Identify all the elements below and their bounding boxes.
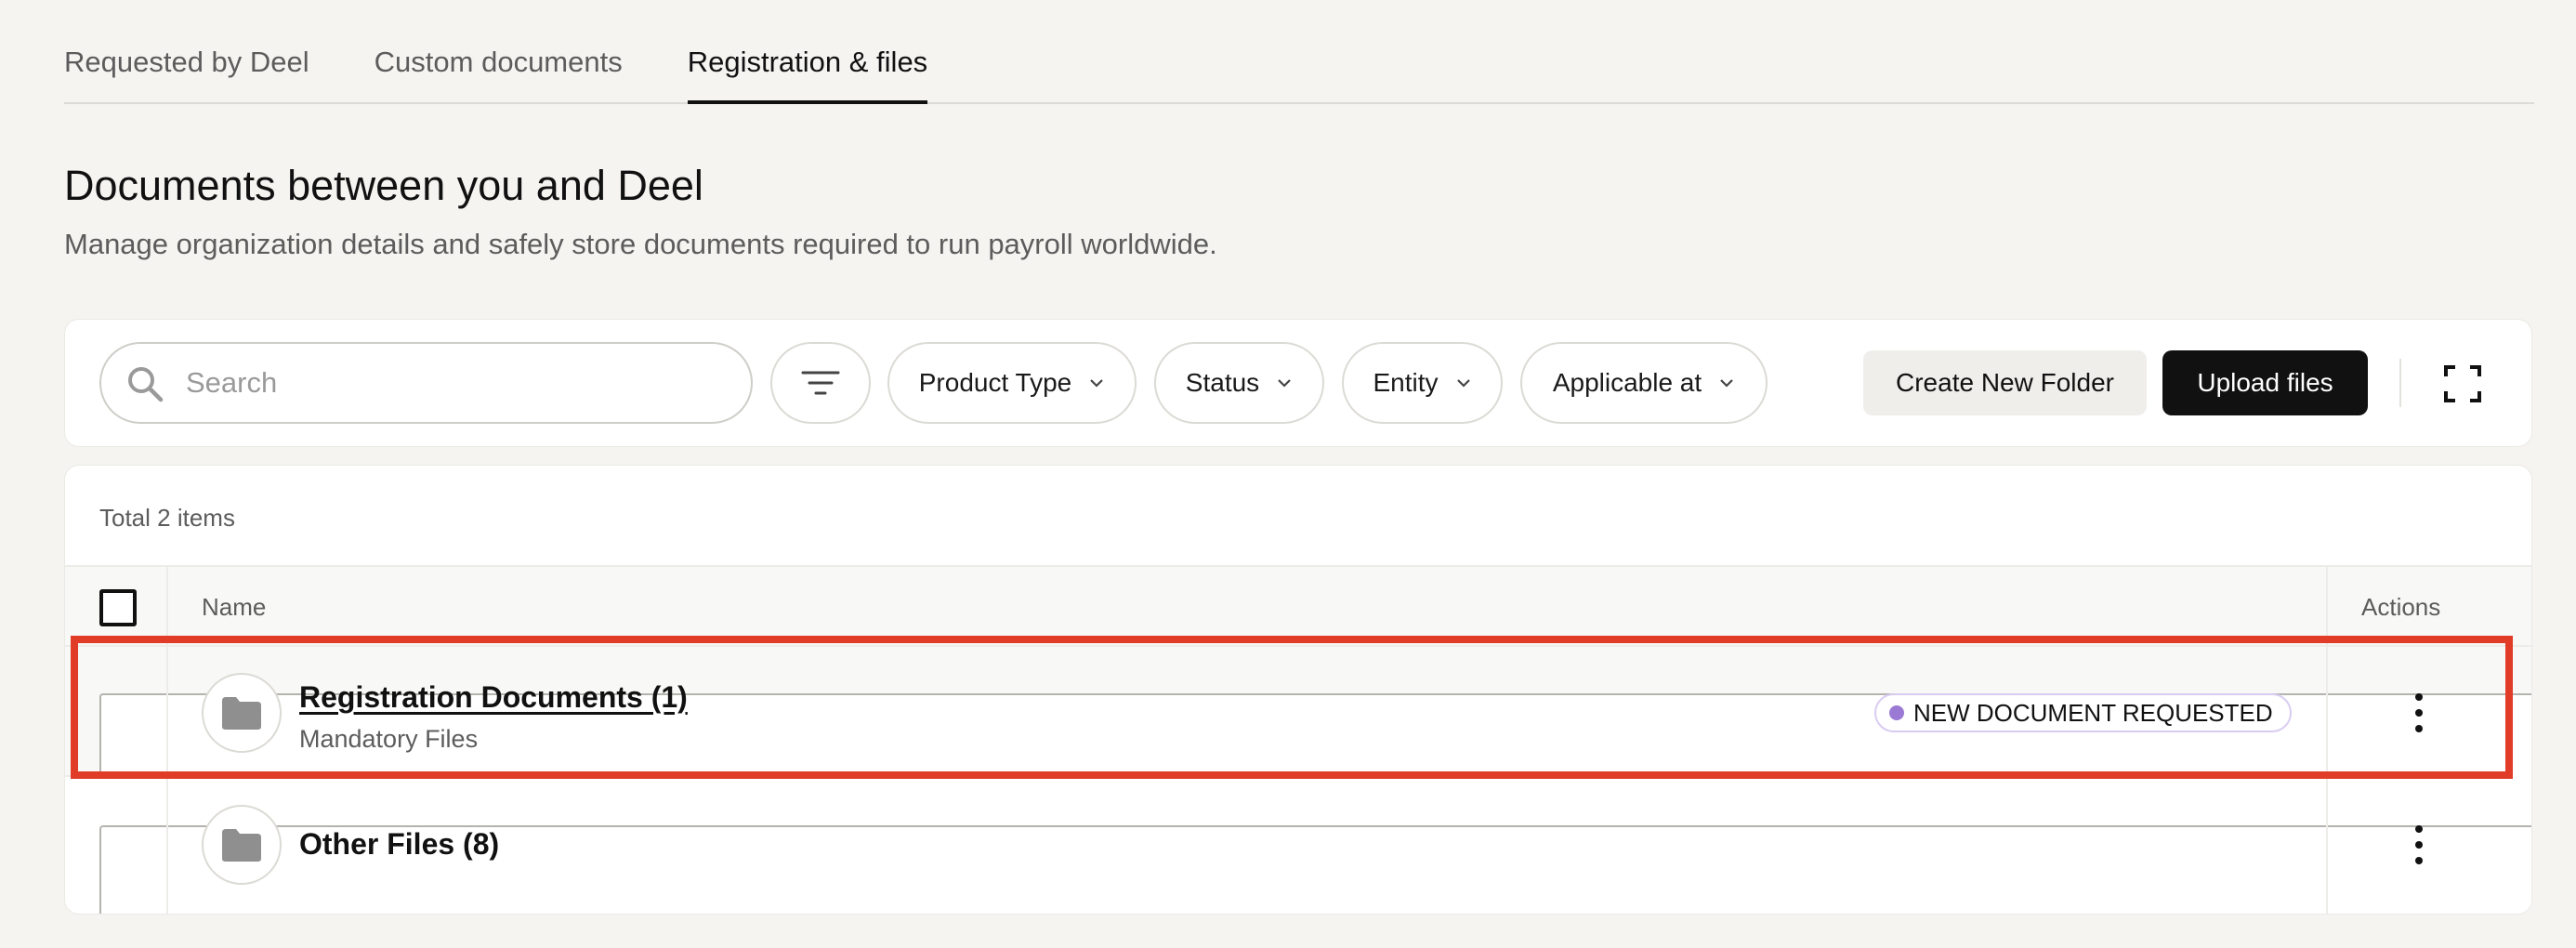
applicable-at-label: Applicable at [1552,368,1702,397]
entity-dropdown[interactable]: Entity [1342,342,1503,424]
chevron-down-icon [1090,379,1104,388]
folder-avatar [202,673,282,753]
upload-files-button[interactable]: Upload files [2162,350,2368,415]
tab-custom-documents[interactable]: Custom documents [375,46,623,102]
page-subtitle: Manage organization details and safely s… [64,228,1217,260]
folder-icon [222,697,261,730]
create-new-folder-button[interactable]: Create New Folder [1863,350,2147,415]
folder-avatar [202,805,282,885]
total-items-count: Total 2 items [99,504,235,532]
chevron-down-icon [1456,379,1470,388]
filter-button[interactable] [770,342,871,424]
folder-icon [222,829,261,862]
chevron-down-icon [1720,379,1733,388]
column-header-actions: Actions [2361,593,2441,621]
status-dot-icon [1889,705,1904,720]
table-header [65,565,2531,647]
product-type-label: Product Type [918,368,1072,397]
table-row[interactable]: Registration Documents (1) Mandatory Fil… [65,647,2531,823]
status-badge-label: NEW DOCUMENT REQUESTED [1913,698,2273,727]
divider [2399,359,2401,407]
tab-bar: Requested by Deel Custom documents Regis… [64,0,2534,104]
product-type-dropdown[interactable]: Product Type [887,342,1137,424]
documents-table: Total 2 items Name Actions Registration … [64,465,2532,915]
column-divider [2326,565,2328,914]
applicable-at-dropdown[interactable]: Applicable at [1520,342,1768,424]
page-title: Documents between you and Deel [64,162,703,209]
folder-name-link[interactable]: Registration Documents (1) [299,680,688,715]
column-header-name: Name [202,593,267,621]
status-dropdown[interactable]: Status [1154,342,1324,424]
search-input[interactable] [186,366,725,400]
more-actions-icon[interactable] [2412,825,2426,864]
column-divider [166,565,168,914]
search-icon [128,367,164,402]
tab-registration-files[interactable]: Registration & files [687,46,928,104]
folder-name-link[interactable]: Other Files (8) [299,827,499,862]
search-box [99,342,753,424]
folder-subtitle: Mandatory Files [299,725,479,753]
chevron-down-icon [1278,379,1291,388]
tab-requested-by-deel[interactable]: Requested by Deel [64,46,309,102]
entity-label: Entity [1373,368,1439,397]
filter-icon [801,371,840,395]
more-actions-icon[interactable] [2412,693,2426,732]
filter-bar: Product Type Status Entity Applicable at… [64,319,2532,447]
expand-icon[interactable] [2440,362,2485,406]
status-badge: NEW DOCUMENT REQUESTED [1874,693,2292,732]
status-label: Status [1185,368,1260,397]
select-all-checkbox[interactable] [99,589,137,626]
table-row[interactable]: Other Files (8) [65,779,2531,914]
